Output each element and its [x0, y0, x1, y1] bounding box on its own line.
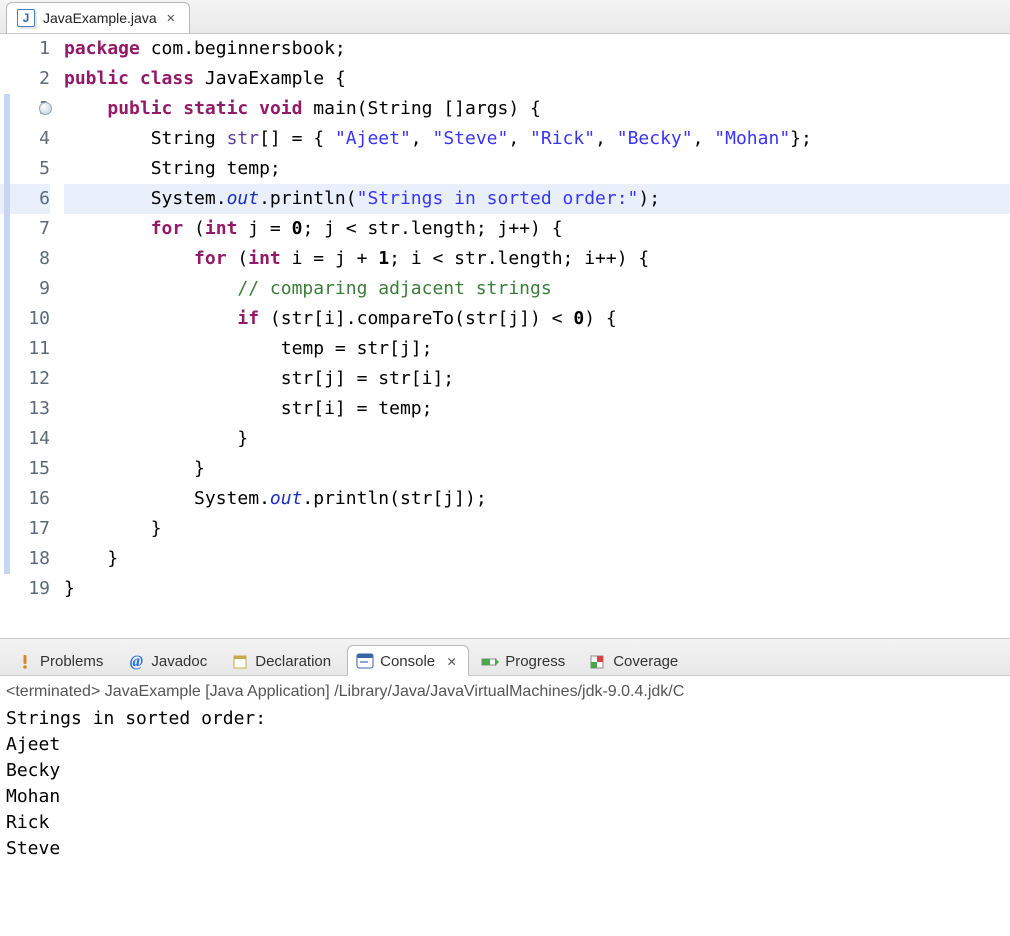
editor-tab-bar: J JavaExample.java ✕ [0, 0, 1010, 34]
console-status-line: <terminated> JavaExample [Java Applicati… [0, 676, 1010, 706]
line-number: 9 [0, 274, 50, 304]
code-line[interactable]: System.out.println("Strings in sorted or… [64, 184, 1010, 214]
code-line[interactable]: // comparing adjacent strings [64, 274, 1010, 304]
fold-toggle-icon[interactable] [39, 102, 52, 115]
declaration-icon [231, 654, 249, 670]
tab-label: Console [380, 653, 435, 670]
code-line[interactable]: public class JavaExample { [64, 64, 1010, 94]
line-number: 13 [0, 394, 50, 424]
code-line[interactable]: temp = str[j]; [64, 334, 1010, 364]
tab-coverage[interactable]: Coverage [581, 647, 690, 675]
code-line[interactable]: } [64, 454, 1010, 484]
line-number: 16 [0, 484, 50, 514]
line-number: 12 [0, 364, 50, 394]
progress-icon [481, 654, 499, 670]
change-marker [4, 484, 10, 514]
editor-tab-label: JavaExample.java [43, 10, 157, 26]
code-line[interactable]: } [64, 424, 1010, 454]
tab-label: Javadoc [151, 653, 207, 670]
code-line[interactable]: } [64, 514, 1010, 544]
console-icon [356, 653, 374, 669]
change-marker [4, 544, 10, 574]
code-line[interactable]: String str[] = { "Ajeet", "Steve", "Rick… [64, 124, 1010, 154]
tab-console[interactable]: Console ✕ [347, 645, 469, 676]
code-line[interactable]: for (int j = 0; j < str.length; j++) { [64, 214, 1010, 244]
line-number: 15 [0, 454, 50, 484]
change-marker [4, 334, 10, 364]
line-number: 5 [0, 154, 50, 184]
code-line[interactable]: String temp; [64, 154, 1010, 184]
javadoc-icon: @ [127, 654, 145, 670]
line-number: 8 [0, 244, 50, 274]
code-area[interactable]: package com.beginnersbook;public class J… [64, 34, 1010, 624]
code-line[interactable]: package com.beginnersbook; [64, 34, 1010, 64]
change-marker [4, 454, 10, 484]
java-file-icon: J [17, 9, 35, 27]
change-marker [4, 424, 10, 454]
problems-icon [16, 654, 34, 670]
change-marker [4, 184, 10, 214]
line-number: 7 [0, 214, 50, 244]
code-line[interactable]: } [64, 574, 1010, 604]
line-number: 11 [0, 334, 50, 364]
code-line[interactable]: if (str[i].compareTo(str[j]) < 0) { [64, 304, 1010, 334]
line-number-gutter: 12345678910111213141516171819 [0, 34, 64, 624]
change-marker [4, 364, 10, 394]
tab-problems[interactable]: Problems [8, 647, 115, 675]
code-line[interactable]: } [64, 544, 1010, 574]
editor-tab-javaexample[interactable]: J JavaExample.java ✕ [6, 2, 190, 33]
tab-declaration[interactable]: Declaration [223, 647, 343, 675]
code-line[interactable]: System.out.println(str[j]); [64, 484, 1010, 514]
code-line[interactable]: for (int i = j + 1; i < str.length; i++)… [64, 244, 1010, 274]
change-marker [4, 304, 10, 334]
line-number: 1 [0, 34, 50, 64]
line-number: 17 [0, 514, 50, 544]
close-icon[interactable]: ✕ [447, 652, 456, 670]
tab-label: Coverage [613, 653, 678, 670]
tab-label: Problems [40, 653, 103, 670]
code-line[interactable]: public static void main(String []args) { [64, 94, 1010, 124]
change-marker [4, 154, 10, 184]
tab-javadoc[interactable]: @ Javadoc [119, 647, 219, 675]
line-number: 3 [0, 94, 50, 124]
change-marker [4, 514, 10, 544]
change-marker [4, 124, 10, 154]
change-marker [4, 274, 10, 304]
bottom-view-tabs: Problems @ Javadoc Declaration Console ✕ Progr… [0, 638, 1010, 676]
console-output: Strings in sorted order: Ajeet Becky Moh… [0, 706, 1010, 874]
code-editor[interactable]: 12345678910111213141516171819 package co… [0, 34, 1010, 624]
tab-label: Declaration [255, 653, 331, 670]
change-marker [4, 394, 10, 424]
code-line[interactable]: str[i] = temp; [64, 394, 1010, 424]
close-icon[interactable]: ✕ [165, 10, 177, 26]
code-line[interactable]: str[j] = str[i]; [64, 364, 1010, 394]
tab-progress[interactable]: Progress [473, 647, 577, 675]
coverage-icon [589, 654, 607, 670]
line-number: 2 [0, 64, 50, 94]
line-number: 10 [0, 304, 50, 334]
change-marker [4, 94, 10, 124]
line-number: 6 [0, 184, 50, 214]
change-marker [4, 214, 10, 244]
line-number: 18 [0, 544, 50, 574]
line-number: 14 [0, 424, 50, 454]
line-number: 19 [0, 574, 50, 604]
line-number: 4 [0, 124, 50, 154]
change-marker [4, 244, 10, 274]
tab-label: Progress [505, 653, 565, 670]
